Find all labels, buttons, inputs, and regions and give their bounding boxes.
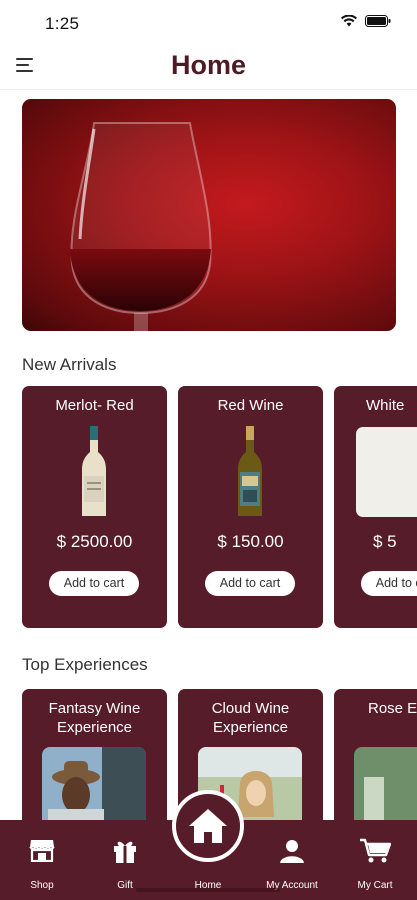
gift-icon [114,841,136,863]
experience-card[interactable]: Fantasy Wine Experience [22,689,167,820]
tab-shop[interactable]: Shop [7,820,77,900]
tab-label: My Cart [357,880,393,891]
new-arrivals-heading: New Arrivals [22,355,117,374]
white-wine-bottle-image [82,426,106,516]
top-experiences-heading: Top Experiences [22,655,148,674]
product-card[interactable]: Red Wine $ 150.00 Add to cart [178,386,323,628]
experience-name: Rose Expe [368,700,417,717]
page-title: Home [170,50,246,80]
experience-card[interactable]: Rose Expe [334,689,417,820]
tab-cart[interactable]: My Cart [340,820,410,900]
home-icon [189,809,227,843]
add-to-cart-button[interactable]: Add to cart [205,571,295,596]
app-header: Home [0,44,417,90]
account-icon [280,840,304,863]
battery-icon [365,15,391,27]
add-to-cart-button[interactable]: Add to cart [361,571,417,596]
wifi-icon [341,15,357,27]
new-arrivals-row[interactable]: Merlot- Red $ 2500.00 Add to cart Red Wi… [22,386,417,628]
status-icons [341,15,391,27]
status-time: 1:25 [45,14,80,33]
product-card[interactable]: Merlot- Red $ 2500.00 Add to cart [22,386,167,628]
status-bar: 1:25 [0,0,417,44]
product-price: $ 150.00 [217,532,284,551]
experience-image [42,747,146,820]
product-name: White [366,397,405,414]
add-to-cart-button[interactable]: Add to cart [49,571,139,596]
product-image [356,427,417,517]
product-price: $ 2500.00 [56,532,133,551]
product-card[interactable]: White $ 5 Add to cart [334,386,417,628]
experience-name: Fantasy Wine Experience [48,700,141,736]
experience-name: Cloud Wine Experience [211,700,290,736]
home-indicator [136,888,280,892]
product-price: $ 5 [373,532,397,551]
cart-icon [360,838,391,863]
shop-icon [29,840,55,862]
home-button[interactable] [172,790,244,862]
tab-label: Shop [30,880,54,891]
product-name: Merlot- Red [55,397,134,414]
product-name: Red Wine [217,397,284,414]
experience-image [354,747,417,820]
hero-banner[interactable] [22,99,396,331]
wine-glass-image [70,122,212,331]
red-wine-bottle-image [238,426,262,516]
